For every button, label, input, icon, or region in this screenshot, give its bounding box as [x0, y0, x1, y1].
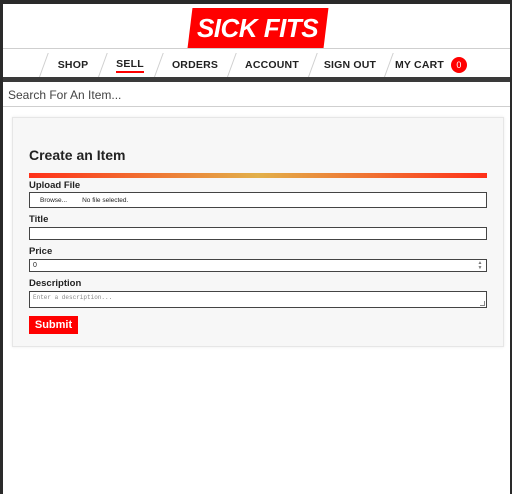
price-input[interactable]: 0 ▲ ▼ [29, 259, 487, 272]
number-stepper[interactable]: ▲ ▼ [477, 261, 483, 271]
logo-text: SICK FITS [197, 12, 319, 43]
nav-item-label: SHOP [57, 59, 89, 71]
cart-count-badge: 0 [451, 57, 468, 73]
form-title: Create an Item [29, 147, 126, 163]
create-item-form: Create an Item Upload File Browse... No … [12, 117, 504, 347]
title-label: Title [29, 214, 49, 225]
description-placeholder: Enter a description... [33, 294, 113, 301]
resize-handle-icon[interactable] [480, 301, 485, 306]
description-textarea[interactable]: Enter a description... [29, 291, 487, 308]
nav-item-label: SELL [116, 58, 144, 73]
nav-item-label: MY CART [394, 59, 445, 71]
nav-item-label: SIGN OUT [323, 59, 377, 71]
nav-item-label: ORDERS [171, 59, 219, 71]
search-input[interactable] [3, 84, 510, 106]
nav-bottom-border [3, 77, 510, 82]
file-input[interactable]: Browse... No file selected. [29, 192, 487, 208]
browse-button[interactable]: Browse... [40, 197, 67, 204]
header: SICK FITS [3, 4, 510, 48]
form-gradient-bar [29, 173, 487, 178]
logo[interactable]: SICK FITS [187, 8, 329, 48]
browser-viewport: SICK FITS SHOP SELL ORDERS ACCOUNT SIGN … [3, 4, 510, 494]
submit-button[interactable]: Submit [29, 316, 78, 334]
description-label: Description [29, 278, 82, 289]
title-input[interactable] [29, 227, 487, 240]
upload-file-label: Upload File [29, 180, 81, 191]
search-bar [3, 84, 510, 107]
price-value: 0 [33, 262, 37, 269]
nav-item-label: ACCOUNT [245, 59, 299, 71]
file-status-text: No file selected. [82, 196, 129, 204]
main-nav: SHOP SELL ORDERS ACCOUNT SIGN OUT MY CAR… [3, 48, 510, 80]
price-label: Price [29, 246, 53, 257]
